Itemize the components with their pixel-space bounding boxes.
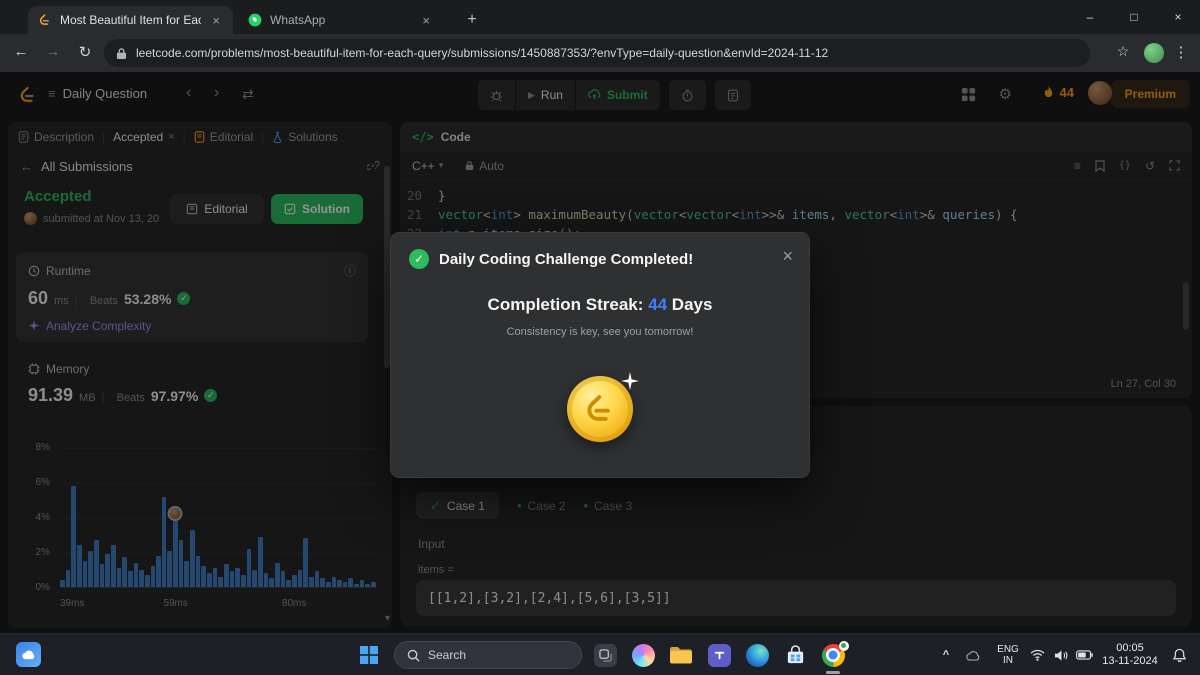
chrome-icon: [821, 640, 849, 667]
tab-title: WhatsApp: [270, 13, 326, 27]
leetcode-favicon-icon: [39, 14, 49, 25]
modal-close-icon[interactable]: ×: [782, 246, 793, 267]
streak-suffix: Days: [671, 295, 713, 314]
active-app-indicator: [826, 671, 840, 674]
address-bar[interactable]: leetcode.com/problems/most-beautiful-ite…: [104, 39, 1090, 67]
bookmark-star-icon[interactable]: ☆: [1112, 43, 1134, 60]
tray-expand-button[interactable]: ^: [936, 642, 956, 668]
daily-challenge-modal: ✓ Daily Coding Challenge Completed! × Co…: [390, 232, 810, 478]
screen: Most Beautiful Item for Each Q × WhatsAp…: [0, 0, 1200, 675]
wifi-icon: [1030, 649, 1044, 661]
copilot-icon: [631, 643, 655, 667]
coin-leetcode-logo-icon: [587, 395, 610, 421]
lang-line-2: IN: [1002, 655, 1013, 666]
task-view-icon: [593, 643, 617, 667]
streak-value: 44: [648, 295, 668, 314]
browser-tab-strip: Most Beautiful Item for Each Q × WhatsAp…: [0, 0, 1200, 34]
back-icon[interactable]: ←: [10, 43, 32, 60]
chrome-profile-badge: [838, 640, 849, 651]
copilot-button[interactable]: [630, 642, 656, 668]
tab-close-icon[interactable]: ×: [209, 13, 223, 28]
language-indicator[interactable]: ENG IN: [992, 642, 1024, 668]
bell-icon: [1172, 648, 1186, 662]
windows-logo-icon: [360, 646, 378, 664]
new-tab-button[interactable]: +: [460, 8, 484, 32]
search-placeholder: Search: [428, 648, 467, 662]
widgets-weather-icon[interactable]: [16, 642, 41, 667]
file-explorer-icon: [670, 647, 692, 664]
modal-subtitle: Consistency is key, see you tomorrow!: [506, 326, 694, 338]
streak-label: Completion Streak:: [487, 295, 644, 314]
battery-button[interactable]: [1072, 642, 1096, 668]
window-minimize-button[interactable]: –: [1068, 0, 1112, 34]
browser-tab-whatsapp[interactable]: WhatsApp ×: [238, 6, 443, 34]
search-icon: [407, 649, 420, 662]
volume-button[interactable]: [1050, 642, 1072, 668]
browser-profile-avatar[interactable]: [1144, 43, 1164, 63]
whatsapp-favicon-icon: [248, 13, 262, 27]
start-button[interactable]: [356, 642, 382, 668]
edge-icon: [745, 643, 769, 667]
taskbar-search[interactable]: Search: [394, 641, 582, 669]
chrome-button[interactable]: [820, 640, 849, 668]
cloud-icon: [966, 650, 980, 661]
notifications-button[interactable]: [1168, 642, 1190, 668]
url-text: leetcode.com/problems/most-beautiful-ite…: [136, 46, 829, 60]
chevron-up-icon: ^: [942, 649, 950, 661]
forward-icon[interactable]: →: [42, 43, 64, 60]
browser-tab-leetcode[interactable]: Most Beautiful Item for Each Q ×: [28, 6, 233, 34]
modal-title: Daily Coding Challenge Completed!: [439, 250, 694, 268]
file-explorer-button[interactable]: [668, 642, 694, 668]
tab-title: Most Beautiful Item for Each Q: [60, 13, 202, 27]
clock[interactable]: 00:05 13-11-2024: [1096, 642, 1164, 668]
teams-icon: [707, 643, 731, 667]
teams-button[interactable]: [706, 642, 732, 668]
browser-menu-icon[interactable]: ⋮: [1170, 43, 1192, 61]
completion-streak-line: Completion Streak: 44 Days: [391, 295, 809, 315]
window-controls: – □ ×: [1068, 0, 1200, 34]
wifi-button[interactable]: [1026, 642, 1048, 668]
store-icon: [787, 644, 803, 663]
streak-coin: [567, 372, 639, 442]
lang-line-1: ENG: [997, 644, 1019, 655]
battery-icon: [1075, 650, 1093, 660]
modal-header: ✓ Daily Coding Challenge Completed!: [391, 233, 809, 269]
windows-taskbar: Search ^ ENG IN 00:05 13-11-2024: [0, 633, 1200, 675]
speaker-icon: [1054, 649, 1068, 661]
browser-toolbar: ← → ↻ leetcode.com/problems/most-beautif…: [0, 34, 1200, 72]
sparkle-icon: [621, 372, 639, 390]
store-button[interactable]: [782, 642, 808, 668]
window-maximize-button[interactable]: □: [1112, 0, 1156, 34]
onedrive-tray-button[interactable]: [962, 642, 984, 668]
reload-icon[interactable]: ↻: [74, 43, 96, 61]
time: 00:05: [1116, 642, 1144, 654]
tab-close-icon[interactable]: ×: [419, 13, 433, 28]
edge-button[interactable]: [744, 642, 770, 668]
task-view-button[interactable]: [592, 642, 618, 668]
success-check-icon: ✓: [409, 249, 429, 269]
date: 13-11-2024: [1102, 655, 1158, 667]
window-close-button[interactable]: ×: [1156, 0, 1200, 34]
site-info-lock-icon[interactable]: [116, 47, 127, 60]
